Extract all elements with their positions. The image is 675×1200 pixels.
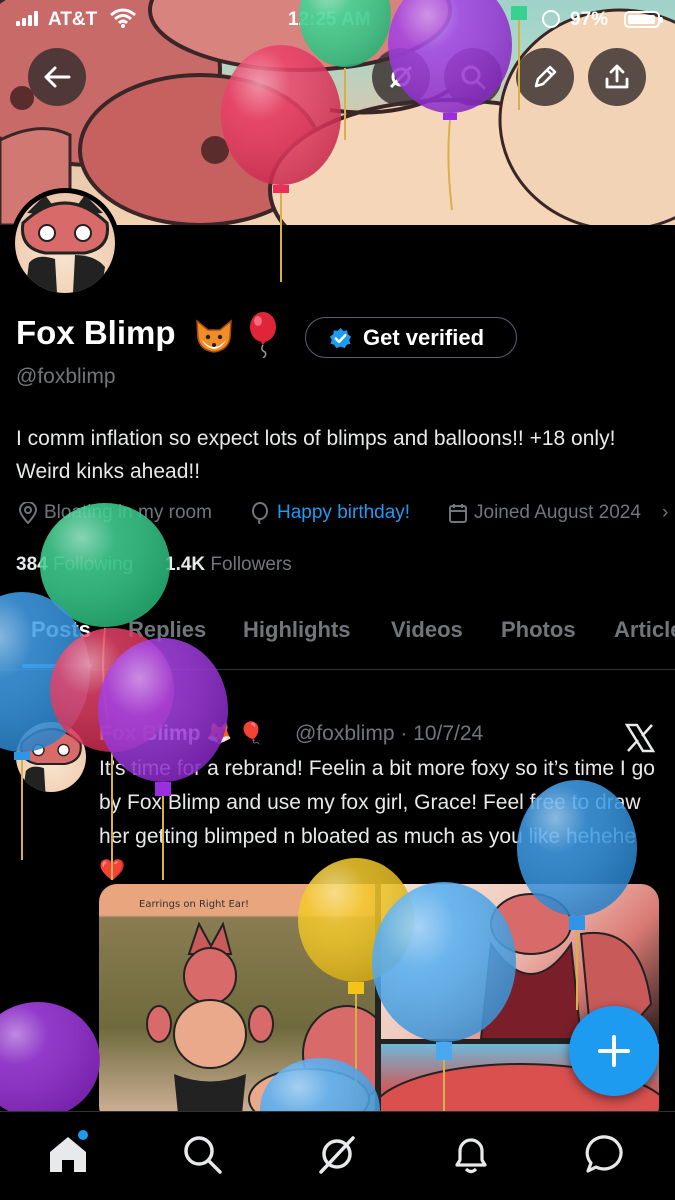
notifications-icon[interactable] — [449, 1132, 493, 1176]
followers-count: 1.4K — [165, 554, 206, 575]
birthday-balloon-icon — [252, 502, 268, 524]
followers-label: Followers — [210, 554, 292, 575]
tab-highlights[interactable]: Highlights — [243, 617, 351, 643]
profile-location: Bloating in my room — [44, 502, 212, 523]
status-bar: AT&T 12:25 AM 97% — [0, 0, 675, 40]
post-handle-date: @foxblimp · 10/7/24 — [295, 722, 484, 745]
profile-handle: @foxblimp — [16, 365, 116, 388]
following-count: 384 — [16, 554, 48, 575]
post-text: It’s time for a rebrand! Feelin a bit mo… — [99, 757, 655, 882]
tab-photos[interactable]: Photos — [501, 617, 576, 643]
battery-percent: 97% — [570, 9, 609, 30]
search-profile-button[interactable] — [444, 48, 502, 106]
followers-count-link[interactable]: 1.4K Followers — [165, 554, 292, 576]
home-notification-dot — [78, 1130, 88, 1140]
post-image-1[interactable]: Earrings on Right Ear! — [99, 884, 375, 1124]
verified-badge-icon — [329, 327, 352, 349]
balloon-emoji-icon — [250, 312, 276, 358]
search-icon[interactable] — [180, 1132, 224, 1176]
balloon-icon — [0, 1002, 100, 1118]
grok-icon — [389, 65, 413, 89]
plus-icon — [598, 1035, 630, 1067]
tab-posts[interactable]: Posts — [31, 617, 91, 643]
tab-videos[interactable]: Videos — [391, 617, 463, 643]
fox-reference-art — [146, 921, 375, 1124]
share-icon — [605, 64, 629, 89]
post-author-emojis: 🦊 🎈 — [206, 722, 265, 745]
edit-pencil-icon — [534, 65, 557, 88]
profile-tabs: Posts Replies Highlights Videos Photos A… — [0, 610, 675, 670]
post-author-name[interactable]: Fox Blimp 🦊 🎈 — [99, 722, 265, 746]
cell-signal-icon — [16, 10, 42, 26]
get-verified-button[interactable]: Get verified — [305, 317, 517, 358]
back-button[interactable] — [28, 48, 86, 106]
bottom-navigation — [0, 1111, 675, 1200]
search-icon — [461, 65, 486, 90]
following-label: Following — [52, 554, 134, 575]
share-button[interactable] — [588, 48, 646, 106]
wifi-icon — [110, 8, 136, 28]
battery-icon — [624, 11, 663, 28]
chevron-right-icon[interactable]: › — [662, 502, 668, 524]
compose-post-button[interactable] — [569, 1006, 659, 1096]
profile-bio: I comm inflation so expect lots of blimp… — [16, 427, 616, 483]
post-author-avatar[interactable] — [16, 722, 86, 792]
post-author-label: Fox Blimp — [99, 722, 201, 745]
get-verified-label: Get verified — [363, 325, 485, 350]
grok-icon[interactable] — [315, 1132, 359, 1176]
clock: 12:25 AM — [288, 9, 371, 30]
tab-replies[interactable]: Replies — [128, 617, 206, 643]
birthday-link[interactable]: Happy birthday! — [277, 502, 410, 524]
following-count-link[interactable]: 384 Following — [16, 554, 133, 576]
grok-button[interactable] — [372, 48, 430, 106]
x-logo-icon — [624, 723, 656, 753]
fox-emoji-icon — [196, 319, 232, 353]
fox-avatar-art — [20, 195, 110, 293]
calendar-icon — [449, 504, 467, 523]
profile-name: Fox Blimp — [16, 314, 176, 351]
profile-avatar[interactable] — [10, 188, 120, 298]
location-pin-icon — [18, 502, 38, 524]
edit-profile-button[interactable] — [516, 48, 574, 106]
back-arrow-icon — [44, 66, 71, 88]
rotation-lock-icon — [542, 10, 560, 28]
join-date: Joined August 2024 — [474, 502, 641, 523]
tab-articles[interactable]: Articles — [614, 617, 675, 643]
fox-avatar-art — [20, 728, 82, 792]
messages-icon[interactable] — [584, 1132, 628, 1176]
carrier-name: AT&T — [48, 9, 98, 30]
active-tab-indicator — [22, 664, 92, 668]
